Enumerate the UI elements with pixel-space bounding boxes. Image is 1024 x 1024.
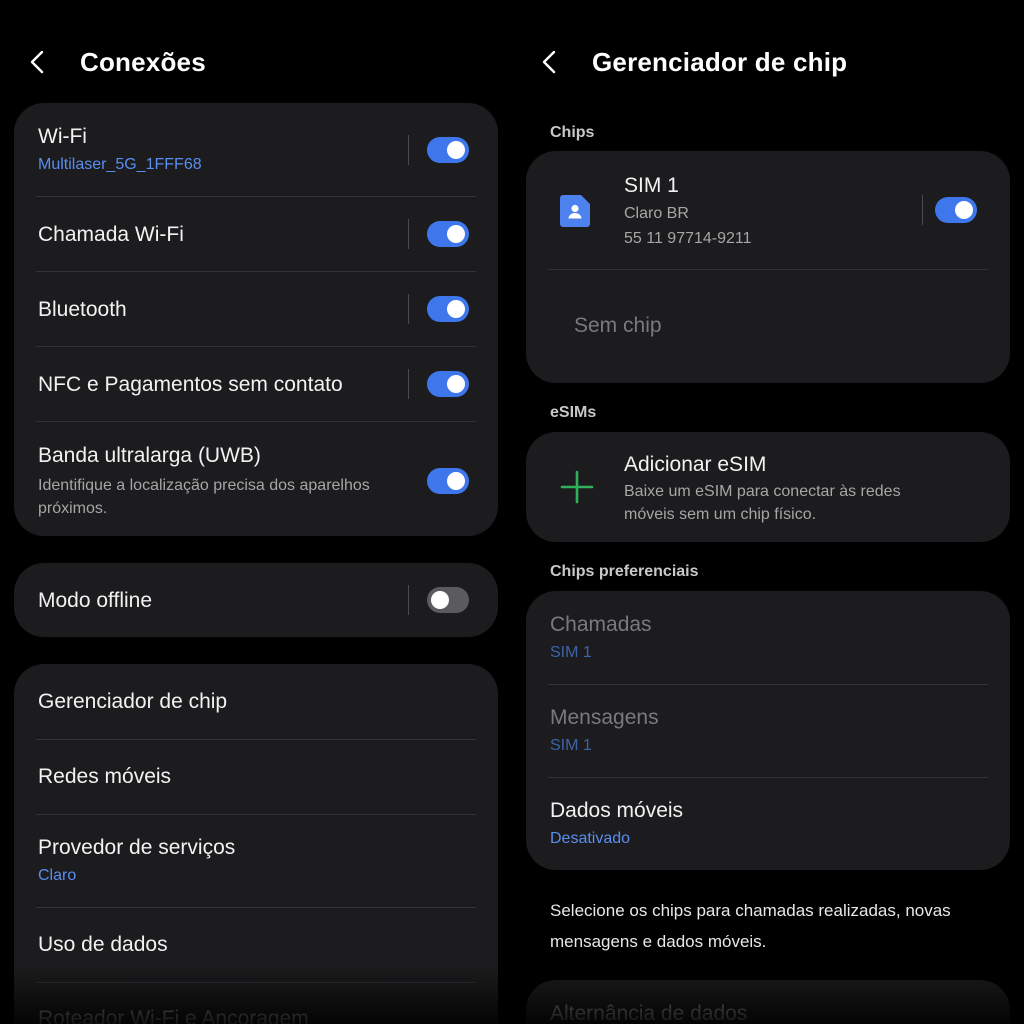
calls-row: Chamadas SIM 1 — [526, 591, 1010, 684]
wifi-call-label: Chamada Wi-Fi — [38, 223, 184, 246]
sim-manager-label: Gerenciador de chip — [38, 690, 228, 713]
uwb-toggle[interactable] — [427, 468, 469, 494]
sim-manager-screen: Gerenciador de chip Chips SIM 1 Claro BR… — [512, 0, 1024, 1024]
preferred-chips-footnote: Selecione os chips para chamadas realiza… — [550, 901, 951, 951]
wifi-network-name: Multilaser_5G_1FFF68 — [38, 156, 202, 173]
divider — [408, 219, 409, 249]
divider — [408, 369, 409, 399]
connections-header: Conexões — [30, 36, 206, 88]
preferred-chips-card: Chamadas SIM 1 Mensagens SIM 1 Dados móv… — [526, 591, 1010, 870]
uwb-label: Banda ultralarga (UWB) — [38, 444, 261, 467]
sim-card-icon — [560, 195, 590, 227]
no-chip-row: Sem chip — [526, 270, 1010, 383]
back-arrow-icon[interactable] — [30, 36, 66, 88]
add-esim-description: Baixe um eSIM para conectar às redes móv… — [624, 483, 901, 523]
sim1-carrier: Claro BR — [624, 205, 689, 222]
mobile-data-row[interactable]: Dados móveis Desativado — [526, 778, 1010, 870]
mobile-data-label: Dados móveis — [550, 799, 684, 822]
data-usage-row[interactable]: Uso de dados — [14, 908, 498, 982]
connections-card: Wi-Fi Multilaser_5G_1FFF68 Chamada Wi-Fi… — [14, 103, 498, 536]
wifi-toggle[interactable] — [427, 137, 469, 163]
calls-value: SIM 1 — [550, 644, 592, 661]
messages-label: Mensagens — [550, 706, 659, 729]
sim-manager-row[interactable]: Gerenciador de chip — [14, 664, 498, 739]
bluetooth-label: Bluetooth — [38, 298, 127, 321]
divider — [408, 135, 409, 165]
divider — [408, 294, 409, 324]
uwb-row[interactable]: Banda ultralarga (UWB) Identifique a loc… — [14, 422, 498, 536]
data-switch-card[interactable]: Alternância de dados — [526, 980, 1010, 1024]
no-chip-label: Sem chip — [574, 314, 662, 337]
divider — [922, 195, 923, 225]
service-provider-value: Claro — [38, 867, 77, 884]
data-switch-label: Alternância de dados — [550, 1002, 748, 1024]
wifi-call-row[interactable]: Chamada Wi-Fi — [14, 197, 498, 271]
preferred-chips-section-label: Chips preferenciais — [550, 563, 699, 580]
offline-card[interactable]: Modo offline — [14, 563, 498, 637]
add-esim-label: Adicionar eSIM — [624, 453, 767, 476]
mobile-networks-row[interactable]: Redes móveis — [14, 740, 498, 814]
wifi-call-toggle[interactable] — [427, 221, 469, 247]
page-title: Conexões — [80, 46, 206, 77]
calls-label: Chamadas — [550, 613, 652, 636]
messages-value: SIM 1 — [550, 737, 592, 754]
uwb-description: Identifique a localização precisa dos ap… — [38, 477, 370, 517]
plus-icon — [560, 470, 594, 504]
sim1-name: SIM 1 — [624, 174, 679, 197]
back-arrow-icon[interactable] — [542, 36, 578, 88]
messages-row: Mensagens SIM 1 — [526, 685, 1010, 777]
chips-section-label: Chips — [550, 124, 595, 141]
nfc-row[interactable]: NFC e Pagamentos sem contato — [14, 347, 498, 421]
bluetooth-toggle[interactable] — [427, 296, 469, 322]
chips-card: SIM 1 Claro BR 55 11 97714-9211 Sem chip — [526, 151, 1010, 383]
nfc-toggle[interactable] — [427, 371, 469, 397]
wifi-label: Wi-Fi — [38, 125, 87, 148]
bluetooth-row[interactable]: Bluetooth — [14, 272, 498, 346]
data-usage-label: Uso de dados — [38, 933, 168, 956]
mobile-networks-label: Redes móveis — [38, 765, 172, 788]
connections-screen: Conexões Wi-Fi Multilaser_5G_1FFF68 Cham… — [0, 0, 512, 1024]
page-title: Gerenciador de chip — [592, 46, 848, 77]
sim-manager-header: Gerenciador de chip — [542, 36, 847, 88]
sim1-row[interactable]: SIM 1 Claro BR 55 11 97714-9211 — [526, 151, 1010, 269]
nfc-label: NFC e Pagamentos sem contato — [38, 373, 343, 396]
esim-card[interactable]: Adicionar eSIM Baixe um eSIM para conect… — [526, 432, 1010, 542]
divider — [408, 585, 409, 615]
hotspot-label: Roteador Wi-Fi e Ancoragem — [38, 1007, 309, 1024]
sim1-toggle[interactable] — [935, 197, 977, 223]
sim1-number: 55 11 97714-9211 — [624, 230, 752, 247]
offline-toggle[interactable] — [427, 587, 469, 613]
hotspot-row[interactable]: Roteador Wi-Fi e Ancoragem — [14, 983, 498, 1024]
offline-label: Modo offline — [38, 589, 153, 612]
service-provider-label: Provedor de serviços — [38, 836, 236, 859]
wifi-row[interactable]: Wi-Fi Multilaser_5G_1FFF68 — [14, 103, 498, 197]
service-provider-row[interactable]: Provedor de serviços Claro — [14, 815, 498, 907]
network-settings-card: Gerenciador de chip Redes móveis Provedo… — [14, 664, 498, 1024]
esims-section-label: eSIMs — [550, 404, 597, 421]
mobile-data-value: Desativado — [550, 830, 631, 847]
